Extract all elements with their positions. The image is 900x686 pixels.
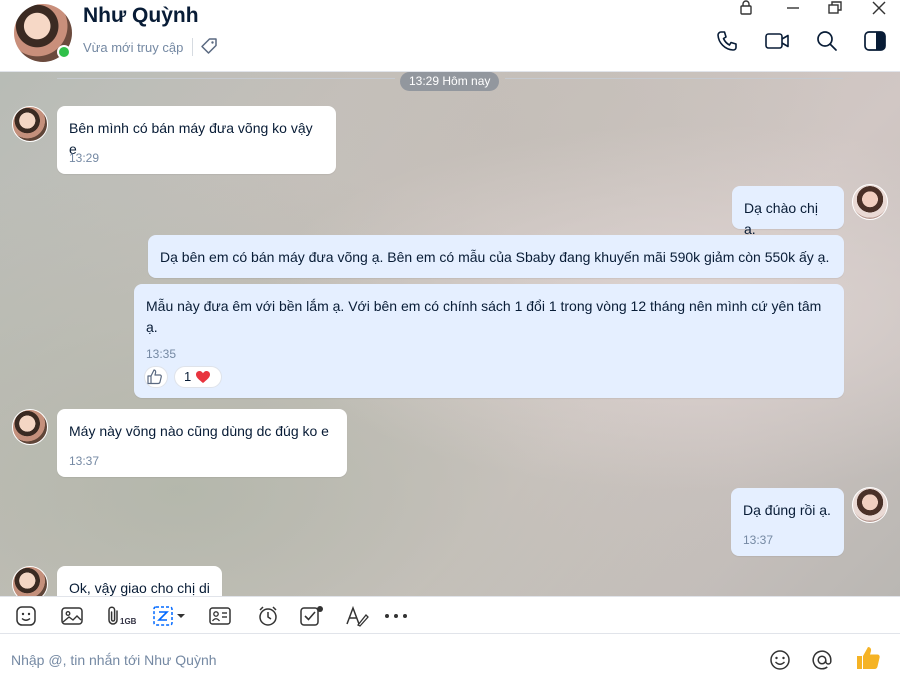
pin-window-icon[interactable] bbox=[737, 0, 755, 16]
restore-icon[interactable] bbox=[826, 0, 844, 16]
message-text: Dạ đúng rồi ạ. bbox=[743, 502, 831, 518]
video-call-icon[interactable] bbox=[764, 28, 790, 54]
message-bubble[interactable]: Ok, vậy giao cho chị di bbox=[57, 566, 222, 596]
reaction-count: 1 bbox=[184, 369, 192, 384]
header-separator bbox=[192, 38, 193, 56]
contact-card-icon[interactable] bbox=[208, 605, 232, 627]
message-bubble[interactable]: Dạ bên em có bán máy đưa võng ạ. Bên em … bbox=[148, 235, 844, 278]
my-avatar[interactable] bbox=[852, 184, 888, 220]
chat-header: Như Quỳnh Vừa mới truy cập bbox=[0, 0, 900, 72]
message-text: Máy này võng nào cũng dùng dc đúg ko e bbox=[69, 423, 329, 439]
message-input[interactable] bbox=[0, 634, 740, 686]
like-icon bbox=[147, 369, 162, 385]
message-bubble[interactable]: Máy này võng nào cũng dùng dc đúg ko e 1… bbox=[57, 409, 347, 477]
like-send-icon[interactable] bbox=[854, 644, 882, 672]
my-avatar[interactable] bbox=[852, 487, 888, 523]
task-icon[interactable] bbox=[299, 605, 325, 627]
date-divider-line bbox=[505, 78, 843, 79]
contact-avatar[interactable] bbox=[12, 566, 48, 596]
message-bubble[interactable]: Dạ đúng rồi ạ. 13:37 bbox=[731, 488, 844, 556]
more-icon[interactable] bbox=[383, 605, 409, 627]
search-icon[interactable] bbox=[814, 28, 840, 54]
close-icon[interactable] bbox=[870, 0, 888, 16]
composer bbox=[0, 634, 900, 686]
contact-status: Vừa mới truy cập bbox=[83, 40, 184, 55]
message-bubble[interactable]: Dạ chào chị ạ. bbox=[732, 186, 844, 237]
message-bubble[interactable]: Mẫu này đưa êm với bền lắm ạ. Với bên em… bbox=[134, 284, 844, 398]
message-text: Dạ chào chị ạ. bbox=[744, 200, 818, 237]
image-icon[interactable] bbox=[60, 605, 84, 627]
conversation-info-icon[interactable] bbox=[862, 28, 888, 54]
contact-avatar[interactable] bbox=[12, 409, 48, 445]
file-size-label: 1GB bbox=[120, 617, 137, 626]
message-list[interactable]: 13:29 Hôm nay Bên mình có bán máy đưa võ… bbox=[0, 72, 900, 596]
minimize-icon[interactable] bbox=[784, 0, 802, 16]
message-time: 13:37 bbox=[743, 533, 774, 547]
emoji-icon[interactable] bbox=[768, 648, 792, 672]
contact-avatar[interactable] bbox=[12, 106, 48, 142]
reaction-summary[interactable]: 1 bbox=[174, 366, 222, 388]
voice-call-icon[interactable] bbox=[714, 28, 740, 54]
composer-toolbar: 1GB bbox=[0, 596, 900, 634]
message-text: Ok, vậy giao cho chị di bbox=[69, 580, 210, 596]
date-divider-line bbox=[57, 78, 395, 79]
format-text-icon[interactable] bbox=[345, 605, 369, 627]
reminder-icon[interactable] bbox=[256, 605, 280, 627]
attach-icon[interactable]: 1GB bbox=[106, 605, 140, 627]
sticker-icon[interactable] bbox=[15, 605, 37, 627]
message-text: Dạ bên em có bán máy đưa võng ạ. Bên em … bbox=[160, 249, 830, 265]
date-divider: 13:29 Hôm nay bbox=[400, 72, 500, 91]
message-time: 13:37 bbox=[69, 454, 100, 468]
online-status-dot bbox=[57, 45, 71, 59]
mention-icon[interactable] bbox=[810, 648, 834, 672]
heart-icon bbox=[196, 371, 210, 383]
message-time: 13:29 bbox=[69, 151, 100, 165]
message-text: Bên mình có bán máy đưa võng ko vậy e bbox=[69, 120, 313, 157]
contact-name[interactable]: Như Quỳnh bbox=[83, 4, 199, 28]
screenshot-icon[interactable] bbox=[152, 605, 190, 627]
message-text: Mẫu này đưa êm với bền lắm ạ. Với bên em… bbox=[146, 298, 822, 335]
react-button[interactable] bbox=[144, 366, 168, 388]
tag-icon[interactable] bbox=[200, 37, 218, 55]
message-bubble[interactable]: Bên mình có bán máy đưa võng ko vậy e 13… bbox=[57, 106, 336, 174]
message-time: 13:35 bbox=[146, 347, 177, 361]
